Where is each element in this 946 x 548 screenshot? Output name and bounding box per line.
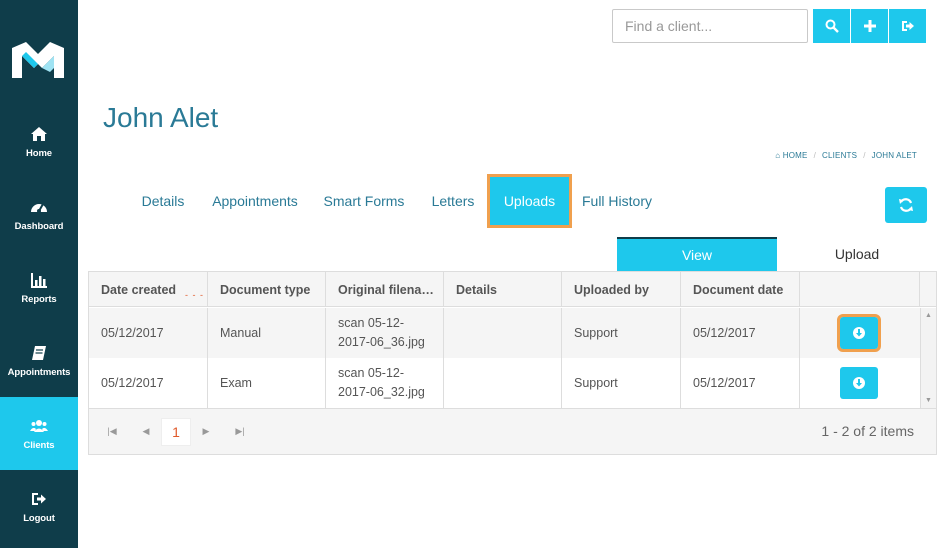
cell-uploaded-by: Support [562,308,681,358]
last-page-icon[interactable]: ▶| [232,423,248,439]
sidebar-item-dashboard[interactable]: Dashboard [0,178,78,251]
sidebar-item-clients[interactable]: Clients [0,397,78,470]
cell-filename: scan 05-12- 2017-06_36.jpg [326,308,444,358]
download-button[interactable] [840,367,878,399]
column-header-details[interactable]: Details [444,272,562,307]
column-header-actions [800,272,920,307]
download-icon [853,327,865,339]
sidebar-item-label: Appointments [7,366,71,378]
cell-document-date: 05/12/2017 [681,358,800,408]
refresh-button[interactable] [885,187,927,223]
column-header-document-date[interactable]: Document date [681,272,800,307]
search-input[interactable] [612,9,808,43]
download-button[interactable] [837,314,881,352]
app-window: Home Dashboard Reports Appointments Clie… [0,0,946,548]
search-button[interactable] [813,9,850,43]
scroll-up-icon[interactable]: ▲ [925,312,932,319]
download-icon [853,377,865,389]
uploads-grid: Date created - - - Document type Origina… [88,271,937,455]
sort-indicator: - - - [185,290,204,300]
view-toggle[interactable]: View [617,237,777,271]
cell-document-type: Exam [208,358,326,408]
cell-document-date: 05/12/2017 [681,308,800,358]
tab-smart-forms[interactable]: Smart Forms [318,176,410,226]
breadcrumb: ⌂ HOME / CLIENTS / JOHN ALET [775,151,917,160]
tab-letters[interactable]: Letters [422,176,484,226]
tab-details[interactable]: Details [130,176,196,226]
filename-line: scan 05-12- [338,366,405,380]
tab-uploads[interactable]: Uploads [487,174,572,228]
users-icon [30,419,48,432]
logout-icon [32,492,46,505]
table-row[interactable]: 05/12/2017 Exam scan 05-12- 2017-06_32.j… [89,358,920,408]
filename-line: 2017-06_32.jpg [338,385,425,399]
cell-date-created: 05/12/2017 [89,358,208,408]
grid-header: Date created - - - Document type Origina… [89,272,936,307]
filename-line: 2017-06_36.jpg [338,335,425,349]
prev-page-icon[interactable]: ◀ [138,423,154,439]
sidebar-item-label: Home [26,147,52,159]
cell-date-created: 05/12/2017 [89,308,208,358]
column-header-original-filename[interactable]: Original filena… [326,272,444,307]
next-page-icon[interactable]: ▶ [198,423,214,439]
breadcrumb-separator: / [813,151,816,160]
page-number[interactable]: 1 [161,418,191,446]
logout-icon [901,21,914,31]
brand-logo [12,42,64,78]
book-icon [32,345,46,360]
cell-details [444,308,562,358]
home-icon: ⌂ [775,151,781,160]
sidebar-item-label: Logout [23,512,55,524]
table-row[interactable]: 05/12/2017 Manual scan 05-12- 2017-06_36… [89,308,920,358]
cell-document-type: Manual [208,308,326,358]
add-client-button[interactable] [851,9,888,43]
breadcrumb-current: JOHN ALET [871,151,917,160]
vertical-scrollbar[interactable]: ▲ ▼ [920,308,936,408]
sidebar: Home Dashboard Reports Appointments Clie… [0,0,78,548]
sidebar-item-label: Reports [21,293,57,305]
upload-toggle[interactable]: Upload [777,237,937,271]
breadcrumb-clients[interactable]: CLIENTS [822,151,857,160]
refresh-icon [899,198,913,212]
reports-icon [31,272,47,288]
scroll-down-icon[interactable]: ▼ [925,397,932,404]
filename-line: scan 05-12- [338,316,405,330]
column-header-uploaded-by[interactable]: Uploaded by [562,272,681,307]
column-header-document-type[interactable]: Document type [208,272,326,307]
tab-appointments[interactable]: Appointments [205,176,305,226]
page-title: John Alet [103,102,219,133]
pager-info: 1 - 2 of 2 items [821,423,914,439]
logout-button[interactable] [889,9,926,43]
sidebar-item-label: Clients [23,439,55,451]
plus-icon [863,20,876,32]
search-icon [825,19,839,33]
cell-details [444,358,562,408]
breadcrumb-home-label: HOME [782,151,808,160]
first-page-icon[interactable]: |◀ [104,423,120,439]
breadcrumb-separator: / [863,151,866,160]
cell-actions [800,308,920,358]
cell-filename: scan 05-12- 2017-06_32.jpg [326,358,444,408]
sidebar-item-reports[interactable]: Reports [0,251,78,324]
home-icon [31,126,47,141]
pager: |◀ ◀ 1 ▶ ▶| 1 - 2 of 2 items [89,408,936,454]
dashboard-icon [31,203,47,213]
breadcrumb-home[interactable]: ⌂ HOME [775,151,807,160]
tab-full-history[interactable]: Full History [576,176,658,226]
sidebar-item-label: Dashboard [14,220,64,232]
sidebar-item-logout[interactable]: Logout [0,470,78,543]
sidebar-item-appointments[interactable]: Appointments [0,324,78,397]
cell-uploaded-by: Support [562,358,681,408]
sidebar-item-home[interactable]: Home [0,105,78,178]
cell-actions [800,358,920,408]
